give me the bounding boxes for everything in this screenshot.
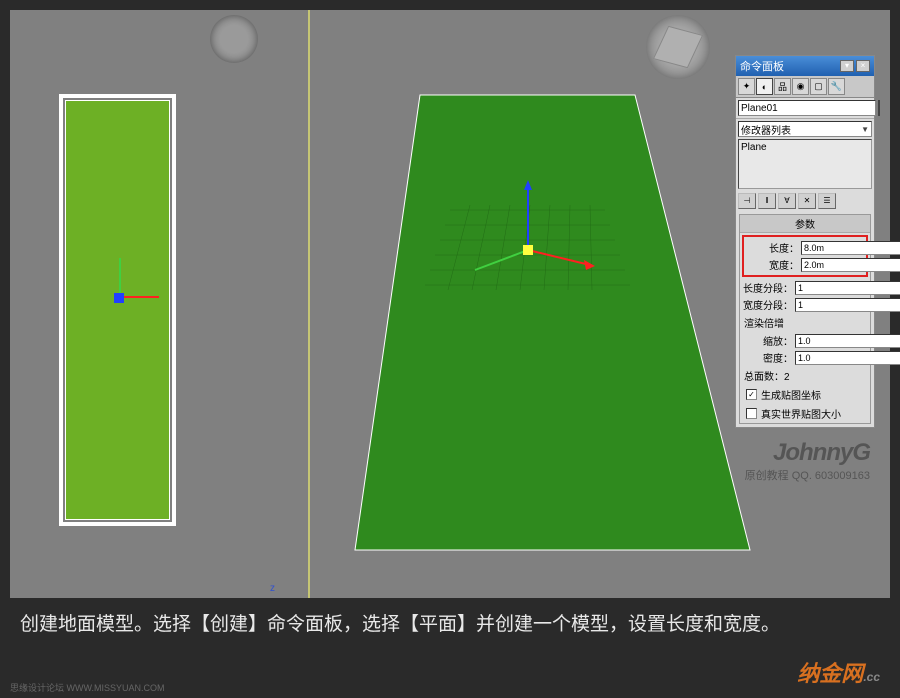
configure-sets-icon[interactable]: ☰ bbox=[818, 193, 836, 209]
main-area: 命令面板 ▾ × ✦ ◐ 品 ◉ ▢ 🔧 修改器列表 ▼ Plane ⊣ ‖ bbox=[10, 10, 890, 598]
show-result-icon[interactable]: ‖ bbox=[758, 193, 776, 209]
plane-object-top-view[interactable] bbox=[65, 100, 170, 520]
create-tab-icon[interactable]: ✦ bbox=[738, 78, 755, 95]
pin-stack-icon[interactable]: ⊣ bbox=[738, 193, 756, 209]
panel-title-text: 命令面板 bbox=[740, 58, 784, 74]
render-mult-header: 渲染倍增 bbox=[740, 313, 870, 332]
author-name: JohnnyG bbox=[745, 439, 870, 467]
caption-text: 创建地面模型。选择【创建】命令面板，选择【平面】并创建一个模型，设置长度和宽度。 bbox=[20, 614, 780, 635]
length-input[interactable] bbox=[801, 241, 900, 255]
unique-icon[interactable]: ∀ bbox=[778, 193, 796, 209]
panel-menu-icon[interactable]: ▾ bbox=[840, 60, 854, 72]
axis-label-z: z bbox=[270, 583, 275, 594]
highlighted-params: 长度： ▴▾ 宽度： ▴▾ bbox=[742, 235, 868, 277]
modifier-stack[interactable]: Plane bbox=[738, 139, 872, 189]
footer-credit: 思缘设计论坛 WWW.MISSYUAN.COM bbox=[10, 681, 165, 694]
modify-tab-icon[interactable]: ◐ bbox=[756, 78, 773, 95]
params-header[interactable]: 参数 bbox=[740, 215, 870, 233]
viewcube-left[interactable] bbox=[210, 15, 258, 63]
panel-titlebar[interactable]: 命令面板 ▾ × bbox=[736, 56, 874, 76]
transform-gizmo-top[interactable] bbox=[105, 260, 155, 310]
viewcube-right[interactable] bbox=[646, 15, 710, 79]
width-seg-label: 宽度分段： bbox=[743, 297, 793, 312]
watermark-author: JohnnyG 原创教程 QQ. 603009163 bbox=[745, 439, 870, 483]
x-axis[interactable] bbox=[119, 296, 159, 298]
width-input[interactable] bbox=[801, 258, 900, 272]
chevron-down-icon: ▼ bbox=[861, 125, 869, 134]
real-world-label: 真实世界贴图大小 bbox=[761, 406, 841, 421]
object-color-swatch[interactable] bbox=[878, 100, 880, 116]
modifier-list-dropdown[interactable]: 修改器列表 ▼ bbox=[738, 121, 872, 137]
real-world-checkbox[interactable] bbox=[746, 408, 757, 419]
length-label: 长度： bbox=[749, 240, 799, 255]
length-seg-input[interactable] bbox=[795, 281, 900, 295]
width-label: 宽度： bbox=[749, 257, 799, 272]
command-panel: 命令面板 ▾ × ✦ ◐ 品 ◉ ▢ 🔧 修改器列表 ▼ Plane ⊣ ‖ bbox=[735, 55, 875, 428]
plane-object-perspective[interactable] bbox=[340, 80, 790, 560]
gen-coords-checkbox[interactable]: ✓ bbox=[746, 389, 757, 400]
remove-modifier-icon[interactable]: ✕ bbox=[798, 193, 816, 209]
scale-label: 缩放： bbox=[743, 333, 793, 348]
stack-item-plane[interactable]: Plane bbox=[741, 142, 869, 153]
length-seg-label: 长度分段： bbox=[743, 280, 793, 295]
viewcube-cube-icon[interactable] bbox=[653, 26, 703, 68]
gizmo-center bbox=[523, 245, 533, 255]
utilities-tab-icon[interactable]: 🔧 bbox=[828, 78, 845, 95]
stack-toolbar: ⊣ ‖ ∀ ✕ ☰ bbox=[736, 191, 874, 211]
z-axis[interactable] bbox=[114, 293, 124, 303]
total-faces-text: 总面数：2 bbox=[740, 366, 870, 385]
watermark-brand: 纳金网.cc bbox=[797, 656, 880, 688]
motion-tab-icon[interactable]: ◉ bbox=[792, 78, 809, 95]
scale-input[interactable] bbox=[795, 334, 900, 348]
hierarchy-tab-icon[interactable]: 品 bbox=[774, 78, 791, 95]
y-axis[interactable] bbox=[119, 258, 121, 298]
object-name-input[interactable] bbox=[738, 100, 876, 116]
width-seg-input[interactable] bbox=[795, 298, 900, 312]
panel-close-icon[interactable]: × bbox=[856, 60, 870, 72]
viewport-top[interactable] bbox=[10, 10, 310, 598]
density-label: 密度： bbox=[743, 350, 793, 365]
panel-tabs: ✦ ◐ 品 ◉ ▢ 🔧 bbox=[736, 76, 874, 98]
plane-surface bbox=[355, 95, 750, 550]
author-sub: 原创教程 QQ. 603009163 bbox=[745, 467, 870, 483]
density-input[interactable] bbox=[795, 351, 900, 365]
parameters-rollout: 参数 长度： ▴▾ 宽度： ▴▾ 长度分段： ▴▾ 宽度分段： bbox=[739, 214, 871, 424]
display-tab-icon[interactable]: ▢ bbox=[810, 78, 827, 95]
gen-coords-label: 生成贴图坐标 bbox=[761, 387, 821, 402]
modifier-dropdown-label: 修改器列表 bbox=[741, 122, 791, 137]
